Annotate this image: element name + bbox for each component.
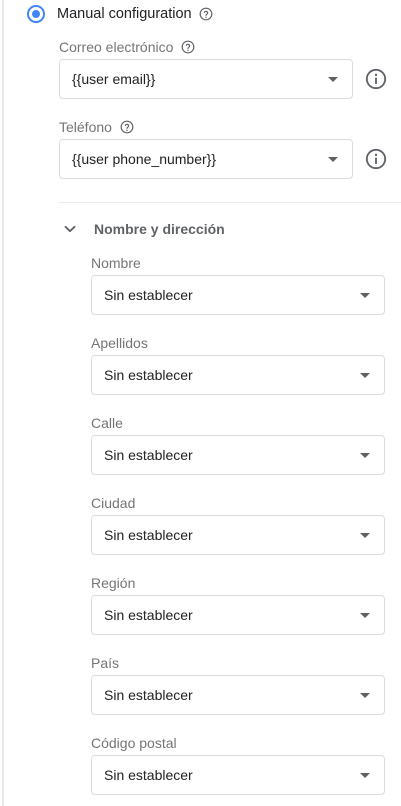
- select-apellidos[interactable]: Sin establecer: [91, 355, 385, 395]
- select-value: Sin establecer: [104, 447, 193, 463]
- page: Manual configuration Correo electrónico …: [0, 0, 401, 806]
- caret-down-icon: [360, 292, 370, 298]
- field-label-ciudad: Ciudad: [91, 495, 136, 511]
- field-label-calle: Calle: [91, 415, 123, 431]
- phone-label: Teléfono: [59, 119, 112, 135]
- select-value: Sin establecer: [104, 527, 193, 543]
- caret-down-icon: [360, 452, 370, 458]
- manual-config-label: Manual configuration: [57, 6, 192, 22]
- field-label-apellidos: Apellidos: [91, 335, 148, 351]
- phone-select[interactable]: {{user phone_number}}: [59, 139, 353, 179]
- caret-down-icon: [360, 612, 370, 618]
- select-value: Sin establecer: [104, 287, 193, 303]
- select-value: Sin establecer: [104, 367, 193, 383]
- field-label-pais: País: [91, 655, 120, 671]
- info-icon[interactable]: [365, 148, 387, 170]
- email-label: Correo electrónico: [59, 39, 174, 55]
- field-label-nombre: Nombre: [91, 255, 141, 271]
- manual-config-radio[interactable]: [27, 5, 45, 23]
- section-divider: [59, 202, 401, 203]
- caret-down-icon: [360, 772, 370, 778]
- field-label-region: Región: [91, 575, 136, 591]
- chevron-down-icon: [62, 221, 78, 237]
- select-value: Sin establecer: [104, 767, 193, 783]
- info-icon[interactable]: [365, 68, 387, 90]
- caret-down-icon: [328, 76, 338, 82]
- select-value: Sin establecer: [104, 607, 193, 623]
- caret-down-icon: [360, 532, 370, 538]
- email-value: {{user email}}: [72, 71, 156, 87]
- phone-value: {{user phone_number}}: [72, 151, 217, 167]
- select-calle[interactable]: Sin establecer: [91, 435, 385, 475]
- phone-label-row: Teléfono: [59, 117, 134, 137]
- help-icon[interactable]: [120, 120, 134, 134]
- select-value: Sin establecer: [104, 687, 193, 703]
- help-icon[interactable]: [181, 40, 195, 54]
- caret-down-icon: [360, 692, 370, 698]
- select-pais[interactable]: Sin establecer: [91, 675, 385, 715]
- field-label-codigo-postal: Código postal: [91, 735, 177, 751]
- left-rule: [2, 0, 4, 806]
- name-address-toggle[interactable]: Nombre y dirección: [62, 218, 225, 240]
- email-select[interactable]: {{user email}}: [59, 59, 353, 99]
- manual-config-option[interactable]: Manual configuration: [27, 3, 213, 25]
- select-nombre[interactable]: Sin establecer: [91, 275, 385, 315]
- select-codigo-postal[interactable]: Sin establecer: [91, 755, 385, 795]
- email-label-row: Correo electrónico: [59, 37, 195, 57]
- select-ciudad[interactable]: Sin establecer: [91, 515, 385, 555]
- name-address-title: Nombre y dirección: [94, 221, 225, 237]
- caret-down-icon: [360, 372, 370, 378]
- select-region[interactable]: Sin establecer: [91, 595, 385, 635]
- radio-selected-dot: [32, 10, 40, 18]
- caret-down-icon: [328, 156, 338, 162]
- help-icon[interactable]: [199, 7, 213, 21]
